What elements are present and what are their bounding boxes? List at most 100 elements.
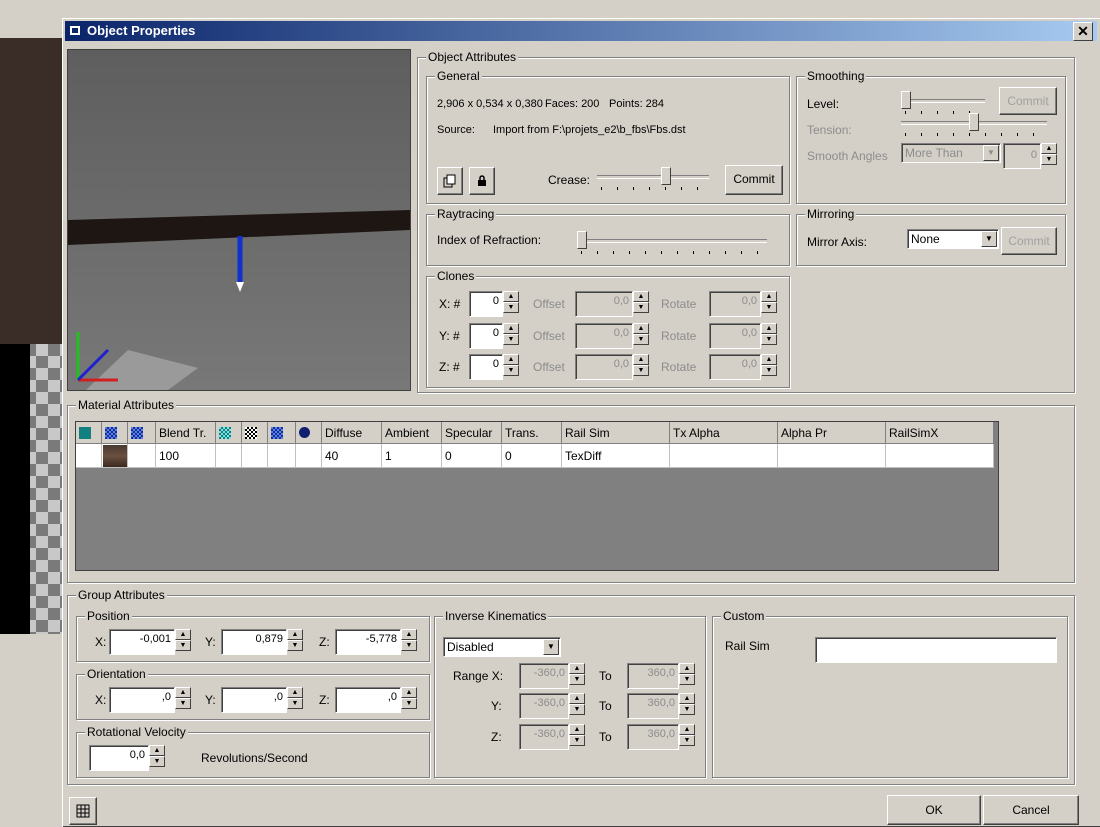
table-cell[interactable]	[76, 444, 102, 468]
spin-down-icon[interactable]: ▼	[401, 640, 417, 651]
clone-x-count-spinner[interactable]: ▲ ▼	[503, 291, 519, 313]
column-reflection-header[interactable]	[216, 422, 242, 444]
spin-down-icon[interactable]: ▼	[175, 698, 191, 709]
table-cell-specular[interactable]: 0	[442, 444, 502, 468]
spin-up-icon[interactable]: ▲	[679, 693, 695, 704]
crease-slider-thumb[interactable]	[661, 167, 671, 185]
spin-down-icon[interactable]: ▼	[287, 698, 303, 709]
ik-mode-select[interactable]: Disabled ▼	[443, 637, 561, 657]
ik-z-to-input[interactable]: 360,0	[627, 724, 679, 750]
spin-down-icon[interactable]: ▼	[569, 735, 585, 746]
crease-slider-track[interactable]	[597, 175, 709, 179]
ik-z-from-spinner[interactable]: ▲ ▼	[569, 724, 585, 746]
column-sphere-header[interactable]	[296, 422, 322, 444]
clone-y-count-input[interactable]: 0	[469, 323, 503, 349]
ior-slider-thumb[interactable]	[577, 231, 587, 249]
clone-x-rotate-input[interactable]: 0,0	[709, 291, 761, 317]
grid-button[interactable]	[69, 797, 97, 825]
column-specular-map-header[interactable]	[268, 422, 296, 444]
spin-down-icon[interactable]: ▼	[503, 334, 519, 345]
spin-up-icon[interactable]: ▲	[569, 693, 585, 704]
table-cell[interactable]	[128, 444, 156, 468]
table-cell[interactable]	[216, 444, 242, 468]
clone-x-rotate-spinner[interactable]: ▲ ▼	[761, 291, 777, 313]
column-texture-header[interactable]	[102, 422, 128, 444]
smoothing-commit-button[interactable]: Commit	[999, 87, 1057, 115]
column-alphapr-header[interactable]: Alpha Pr	[778, 422, 886, 444]
clone-z-rotate-spinner[interactable]: ▲ ▼	[761, 354, 777, 376]
clone-y-count-spinner[interactable]: ▲ ▼	[503, 323, 519, 345]
spin-up-icon[interactable]: ▲	[401, 687, 417, 698]
position-y-input[interactable]: 0,879	[221, 629, 287, 655]
tension-slider-thumb[interactable]	[969, 113, 979, 131]
table-cell-trans[interactable]: 0	[502, 444, 562, 468]
level-slider-thumb[interactable]	[901, 91, 911, 109]
ik-y-to-spinner[interactable]: ▲ ▼	[679, 693, 695, 715]
spin-up-icon[interactable]: ▲	[569, 663, 585, 674]
level-slider-track[interactable]	[901, 99, 985, 103]
ik-z-to-spinner[interactable]: ▲ ▼	[679, 724, 695, 746]
material-table[interactable]: Blend Tr. Diffuse Ambient Specular Trans…	[75, 421, 999, 571]
clone-z-count-input[interactable]: 0	[469, 354, 503, 380]
orientation-z-input[interactable]: ,0	[335, 687, 401, 713]
chevron-down-icon[interactable]: ▼	[543, 639, 559, 655]
spin-down-icon[interactable]: ▼	[679, 704, 695, 715]
orientation-z-spinner[interactable]: ▲ ▼	[401, 687, 417, 709]
spin-up-icon[interactable]: ▲	[503, 323, 519, 334]
smooth-angles-input[interactable]: 0	[1003, 143, 1041, 169]
copy-button[interactable]	[437, 167, 463, 195]
cancel-button[interactable]: Cancel	[983, 795, 1079, 825]
mirror-axis-select[interactable]: None ▼	[907, 229, 999, 249]
column-alpha-header[interactable]	[242, 422, 268, 444]
ok-button[interactable]: OK	[887, 795, 981, 825]
table-cell-alphapr[interactable]	[778, 444, 886, 468]
column-blend-header[interactable]: Blend Tr.	[156, 422, 216, 444]
ik-z-from-input[interactable]: -360,0	[519, 724, 569, 750]
table-cell[interactable]	[296, 444, 322, 468]
table-cell-texture-thumb[interactable]	[102, 444, 128, 468]
spin-up-icon[interactable]: ▲	[761, 291, 777, 302]
spin-up-icon[interactable]: ▲	[149, 745, 165, 756]
ior-slider-track[interactable]	[577, 239, 767, 243]
table-cell-txalpha[interactable]	[670, 444, 778, 468]
column-txalpha-header[interactable]: Tx Alpha	[670, 422, 778, 444]
spin-down-icon[interactable]: ▼	[633, 302, 649, 313]
spin-up-icon[interactable]: ▲	[569, 724, 585, 735]
spin-down-icon[interactable]: ▼	[401, 698, 417, 709]
orientation-y-input[interactable]: ,0	[221, 687, 287, 713]
clone-z-count-spinner[interactable]: ▲ ▼	[503, 354, 519, 376]
spin-down-icon[interactable]: ▼	[149, 756, 165, 767]
spin-down-icon[interactable]: ▼	[679, 735, 695, 746]
mirroring-commit-button[interactable]: Commit	[1001, 227, 1057, 255]
table-cell-railsimx[interactable]	[886, 444, 994, 468]
ik-x-to-spinner[interactable]: ▲ ▼	[679, 663, 695, 685]
ik-x-to-input[interactable]: 360,0	[627, 663, 679, 689]
spin-up-icon[interactable]: ▲	[633, 354, 649, 365]
clone-x-offset-spinner[interactable]: ▲ ▼	[633, 291, 649, 313]
clone-y-rotate-spinner[interactable]: ▲ ▼	[761, 323, 777, 345]
table-cell[interactable]	[268, 444, 296, 468]
spin-down-icon[interactable]: ▼	[503, 365, 519, 376]
clone-x-count-input[interactable]: 0	[469, 291, 503, 317]
spin-up-icon[interactable]: ▲	[401, 629, 417, 640]
column-ambient-header[interactable]: Ambient	[382, 422, 442, 444]
rotational-velocity-spinner[interactable]: ▲ ▼	[149, 745, 165, 767]
spin-down-icon[interactable]: ▼	[175, 640, 191, 651]
lock-button[interactable]	[469, 167, 495, 195]
clone-z-rotate-input[interactable]: 0,0	[709, 354, 761, 380]
spin-up-icon[interactable]: ▲	[1041, 143, 1057, 154]
clone-y-offset-input[interactable]: 0,0	[575, 323, 633, 349]
column-trans-header[interactable]: Trans.	[502, 422, 562, 444]
table-cell-blend[interactable]: 100	[156, 444, 216, 468]
orientation-y-spinner[interactable]: ▲ ▼	[287, 687, 303, 709]
spin-up-icon[interactable]: ▲	[503, 291, 519, 302]
position-z-spinner[interactable]: ▲ ▼	[401, 629, 417, 651]
spin-up-icon[interactable]: ▲	[287, 687, 303, 698]
position-z-input[interactable]: -5,778	[335, 629, 401, 655]
spin-down-icon[interactable]: ▼	[679, 674, 695, 685]
chevron-down-icon[interactable]: ▼	[983, 145, 999, 161]
crease-commit-button[interactable]: Commit	[725, 165, 783, 195]
spin-up-icon[interactable]: ▲	[761, 354, 777, 365]
clone-y-rotate-input[interactable]: 0,0	[709, 323, 761, 349]
column-railsim-header[interactable]: Rail Sim	[562, 422, 670, 444]
